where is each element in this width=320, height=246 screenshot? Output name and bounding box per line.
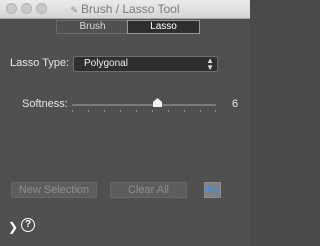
lasso-type-select[interactable]: Polygonal ▲ ▼: [73, 56, 218, 72]
tab-lasso[interactable]: Lasso: [127, 20, 200, 34]
softness-value: 6: [232, 98, 239, 110]
window-title-wrap: ✎ Brush / Lasso Tool: [0, 2, 250, 16]
window-title: Brush / Lasso Tool: [81, 2, 180, 16]
softness-slider-ticks: [72, 110, 216, 112]
lasso-type-label: Lasso Type:: [10, 57, 70, 69]
chevron-right-icon[interactable]: ❯: [8, 220, 18, 234]
softness-slider-track[interactable]: [72, 104, 216, 106]
tool-icon: ✎: [70, 5, 79, 15]
softness-label: Softness:: [22, 98, 68, 110]
new-selection-button[interactable]: New Selection: [11, 182, 97, 198]
title-bar: ✎ Brush / Lasso Tool: [0, 0, 250, 19]
undo-button[interactable]: [204, 182, 221, 198]
lasso-type-value: Polygonal: [84, 58, 128, 69]
undo-arrow-icon: [204, 185, 219, 195]
help-icon[interactable]: ?: [21, 218, 35, 232]
tab-brush[interactable]: Brush: [57, 21, 128, 33]
mode-segmented-control: Brush Lasso: [56, 20, 200, 34]
select-stepper-icon: ▲ ▼: [206, 56, 214, 72]
panel-window: ✎ Brush / Lasso Tool Brush Lasso Lasso Ty…: [0, 0, 250, 246]
clear-all-button[interactable]: Clear All: [110, 182, 187, 198]
softness-slider-thumb[interactable]: [153, 98, 162, 107]
